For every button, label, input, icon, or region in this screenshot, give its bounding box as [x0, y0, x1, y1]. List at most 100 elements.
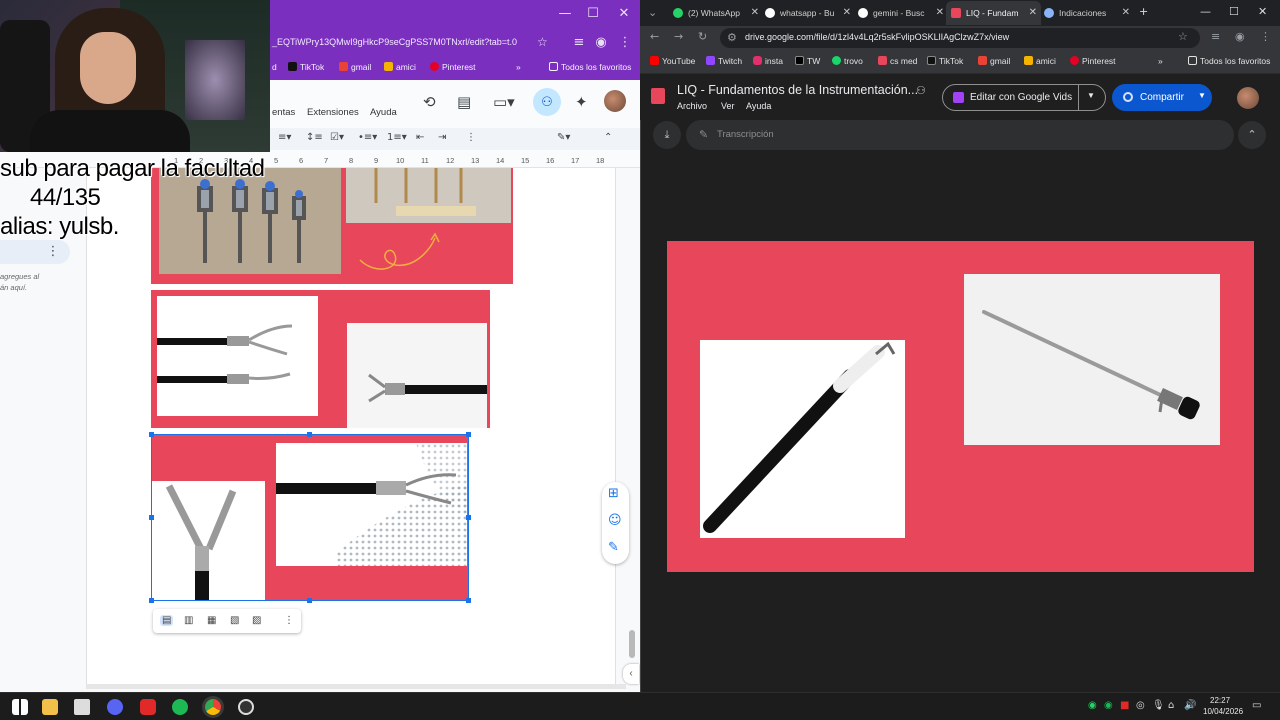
close-tab-icon[interactable]: ✕: [843, 1, 851, 25]
chevron-right-icon[interactable]: »: [1158, 56, 1163, 66]
left-url-text[interactable]: _EQTiWPry13QMwI9gHkcP9seCgPSS7M0TNxrl/ed…: [272, 37, 517, 47]
obs-tray-icon[interactable]: ◎: [1136, 700, 1145, 711]
vertical-scrollbar[interactable]: [629, 630, 635, 658]
download-icon[interactable]: ⤓: [653, 121, 681, 149]
right-url-text[interactable]: drive.google.com/file/d/1zl4v4Lq2r5skFvl…: [745, 32, 1009, 42]
store-icon[interactable]: [74, 699, 90, 715]
comments-icon[interactable]: ▤: [457, 93, 471, 111]
bullet-list-icon[interactable]: •≡▾: [358, 132, 377, 143]
spotify-tray-icon[interactable]: ◉: [1104, 700, 1113, 711]
image-selection-box[interactable]: [151, 434, 469, 601]
back-icon[interactable]: ←: [650, 30, 659, 43]
align-icon[interactable]: ≡▾: [278, 132, 291, 143]
notifications-icon[interactable]: ▭: [1252, 700, 1261, 711]
edit-mode-icon[interactable]: ✎▾: [557, 132, 570, 143]
whatsapp-tray-icon[interactable]: ◉: [1088, 700, 1097, 711]
menu-extensions[interactable]: Extensiones: [307, 107, 359, 118]
tab-search-icon[interactable]: ⌄: [648, 6, 657, 19]
menu-icon[interactable]: ⋮: [612, 33, 638, 53]
front-text-icon[interactable]: ▨: [252, 615, 261, 626]
bm-pinterest[interactable]: Pinterest: [1070, 56, 1116, 66]
maximize-icon[interactable]: ☐: [1229, 5, 1239, 18]
file-title[interactable]: LIQ - Fundamentos de la Instrumentación.…: [677, 83, 918, 97]
network-icon[interactable]: ⌂: [1168, 700, 1174, 711]
bm-folder[interactable]: Todos los favoritos: [1188, 56, 1270, 66]
decrease-indent-icon[interactable]: ⇤: [416, 132, 424, 143]
close-tab-icon[interactable]: ✕: [1122, 1, 1130, 25]
share-icon[interactable]: ⚇: [533, 88, 561, 116]
emoji-reaction-icon[interactable]: ☺: [608, 513, 622, 528]
media-icon[interactable]: ≡: [1211, 30, 1220, 43]
clock-date[interactable]: 10/04/2026: [1203, 707, 1243, 716]
outline-more-icon[interactable]: ⋮: [40, 242, 66, 262]
bm-amici[interactable]: amici: [1024, 56, 1056, 66]
left-bm-tiktok[interactable]: TikTok: [288, 62, 324, 72]
meet-icon[interactable]: ▭▾: [493, 93, 515, 111]
horizontal-scrollbar[interactable]: [86, 684, 626, 689]
volume-icon[interactable]: 🔊: [1184, 700, 1196, 711]
resize-handle[interactable]: [466, 515, 471, 520]
maximize-icon[interactable]: ☐: [580, 4, 606, 24]
left-bm-folder[interactable]: Todos los favoritos: [549, 62, 631, 72]
menu-view[interactable]: Ver: [721, 101, 735, 111]
wrap-text-icon[interactable]: ▥: [184, 615, 193, 626]
discord-icon[interactable]: [107, 699, 123, 715]
spotify-icon[interactable]: [172, 699, 188, 715]
resize-handle[interactable]: [149, 598, 154, 603]
close-icon[interactable]: ✕: [1258, 5, 1267, 18]
tab-gemini-search[interactable]: gemini - Busc ✕: [853, 1, 948, 25]
resize-handle[interactable]: [307, 598, 312, 603]
bookmark-star-icon[interactable]: ☆: [1178, 30, 1188, 43]
bm-twitch[interactable]: Twitch: [706, 56, 742, 66]
left-bm-amici[interactable]: amici: [384, 62, 416, 72]
numbered-list-icon[interactable]: 1≡▾: [387, 132, 407, 143]
bm-youtube[interactable]: YouTube: [650, 56, 695, 66]
bm-insta[interactable]: insta: [753, 56, 783, 66]
avatar[interactable]: [604, 90, 626, 112]
tab-whatsapp[interactable]: (2) WhatsApp ✕: [668, 1, 763, 25]
close-tab-icon[interactable]: ✕: [936, 1, 944, 25]
obs-icon[interactable]: [238, 699, 254, 715]
minimize-icon[interactable]: —: [1200, 5, 1211, 18]
chevron-right-icon[interactable]: »: [516, 62, 521, 72]
edit-with-vids-button[interactable]: Editar con Google Vids: [942, 84, 1106, 111]
more-icon[interactable]: ⋮: [466, 132, 476, 143]
history-icon[interactable]: ⟲: [423, 93, 436, 111]
break-text-icon[interactable]: ▦: [207, 615, 216, 626]
suggest-edit-icon[interactable]: ✎: [608, 540, 619, 555]
close-tab-icon[interactable]: ✕: [751, 1, 759, 25]
streamlabs-tray-icon[interactable]: ■: [1120, 700, 1129, 711]
bm-tw[interactable]: TW: [795, 56, 820, 66]
chevron-down-icon[interactable]: ▼: [1198, 91, 1206, 100]
resize-handle[interactable]: [466, 598, 471, 603]
profile-icon[interactable]: ◉: [588, 33, 614, 53]
bm-tiktok[interactable]: TikTok: [927, 56, 963, 66]
reload-icon[interactable]: ↻: [698, 30, 707, 43]
microphone-icon[interactable]: 🎙: [1152, 700, 1165, 711]
new-tab-icon[interactable]: +: [1139, 5, 1148, 18]
behind-text-icon[interactable]: ▧: [230, 615, 239, 626]
resize-handle[interactable]: [149, 515, 154, 520]
chevron-up-icon[interactable]: ⌃: [1238, 121, 1266, 149]
avatar[interactable]: [1237, 87, 1259, 109]
bm-csmed[interactable]: cs med: [878, 56, 917, 66]
forward-icon[interactable]: →: [674, 30, 683, 43]
increase-indent-icon[interactable]: ⇥: [438, 132, 446, 143]
bm-trovo[interactable]: trovo: [832, 56, 863, 66]
menu-icon[interactable]: ⋮: [1260, 30, 1271, 43]
tab-indicaciones[interactable]: Indicaciones ✕: [1039, 1, 1134, 25]
line-spacing-icon[interactable]: ↕≡: [306, 132, 323, 143]
wrap-inline-icon[interactable]: ▤: [160, 615, 174, 626]
bookmark-star-icon[interactable]: ☆: [537, 35, 548, 49]
tab-whatsapp-search[interactable]: whatsapp - Bu ✕: [760, 1, 855, 25]
menu-help[interactable]: Ayuda: [370, 107, 397, 118]
close-icon[interactable]: ✕: [611, 4, 637, 24]
profile-icon[interactable]: ◉: [1235, 30, 1245, 43]
gemini-icon[interactable]: ✦: [575, 93, 588, 111]
chrome-icon[interactable]: [205, 699, 221, 715]
menu-tools[interactable]: entas: [272, 107, 295, 118]
collapse-toolbar-icon[interactable]: ⌃: [604, 132, 612, 143]
windows-start-icon[interactable]: [12, 699, 28, 715]
bm-gmail[interactable]: gmail: [978, 56, 1010, 66]
checklist-icon[interactable]: ☑▾: [330, 132, 344, 143]
